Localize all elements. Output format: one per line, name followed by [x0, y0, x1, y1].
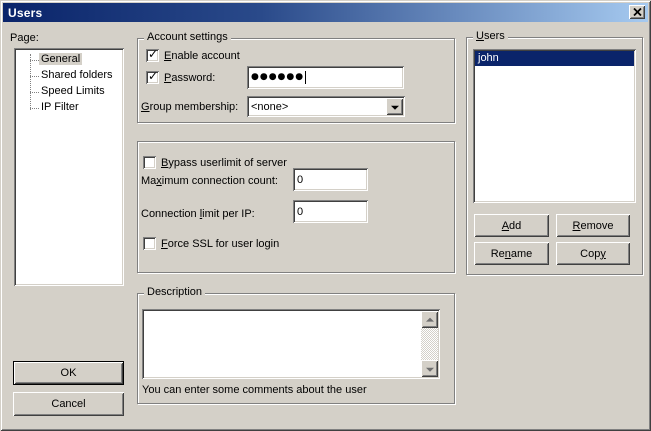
page-listbox[interactable]: General Shared folders Speed Limits IP F…	[14, 48, 124, 286]
description-hint: You can enter some comments about the us…	[142, 384, 367, 397]
arrow-down-icon	[426, 367, 434, 371]
description-textarea[interactable]	[142, 309, 440, 379]
force-ssl-label[interactable]: Force SSL for user login	[161, 238, 279, 251]
titlebar[interactable]: Users	[3, 3, 648, 22]
remove-button[interactable]: Remove	[556, 214, 630, 237]
password-input[interactable]: ●●●●●●	[247, 66, 404, 89]
max-connection-count-value: 0	[297, 174, 303, 186]
max-connection-count-input[interactable]: 0	[293, 168, 368, 191]
users-dialog: Users Page: General Shared folders Speed…	[0, 0, 651, 431]
password-masked-value: ●●●●●●	[251, 71, 304, 84]
copy-button[interactable]: Copy	[556, 242, 630, 265]
tree-item-speed-limits[interactable]: Speed Limits	[16, 84, 122, 100]
text-caret	[305, 71, 306, 84]
page-tree: General Shared folders Speed Limits IP F…	[16, 50, 122, 284]
arrow-up-icon	[426, 317, 434, 321]
chevron-down-icon	[391, 105, 399, 109]
page-label: Page:	[10, 32, 39, 45]
tree-item-ip-filter[interactable]: IP Filter	[16, 100, 122, 116]
password-checkbox[interactable]	[146, 71, 159, 84]
rename-button[interactable]: Rename	[474, 242, 549, 265]
description-scrollbar[interactable]	[421, 311, 438, 377]
max-connection-count-label: Maximum connection count:	[141, 175, 278, 188]
group-membership-label: Group membership:	[141, 101, 238, 114]
cancel-button[interactable]: Cancel	[13, 392, 124, 416]
add-button[interactable]: Add	[474, 214, 549, 237]
scroll-up-button[interactable]	[421, 311, 438, 328]
user-name: john	[478, 52, 499, 64]
bypass-userlimit-checkbox[interactable]	[143, 156, 156, 169]
account-settings-title: Account settings	[144, 31, 231, 44]
window-title: Users	[8, 6, 42, 20]
tree-item-general[interactable]: General	[16, 52, 122, 68]
enable-account-label[interactable]: Enable account	[164, 50, 240, 63]
close-icon	[633, 8, 642, 16]
tree-item-shared-folders[interactable]: Shared folders	[16, 68, 122, 84]
scroll-down-button[interactable]	[421, 360, 438, 377]
description-title: Description	[144, 286, 205, 299]
group-membership-value: <none>	[251, 101, 288, 113]
user-list-item[interactable]: john	[475, 51, 634, 66]
close-button[interactable]	[629, 5, 645, 19]
users-group-title: Users	[473, 30, 508, 43]
ok-button[interactable]: OK	[13, 361, 124, 385]
enable-account-checkbox[interactable]	[146, 49, 159, 62]
password-label[interactable]: Password:	[164, 72, 215, 85]
bypass-userlimit-label[interactable]: Bypass userlimit of server	[161, 157, 287, 170]
connection-limit-per-ip-label: Connection limit per IP:	[141, 208, 255, 221]
group-membership-dropdown-button[interactable]	[386, 98, 403, 115]
users-listbox[interactable]: john	[473, 49, 636, 203]
group-membership-select[interactable]: <none>	[247, 96, 405, 117]
users-list: john	[475, 51, 634, 201]
connection-limit-per-ip-input[interactable]: 0	[293, 200, 368, 223]
connection-limit-per-ip-value: 0	[297, 206, 303, 218]
force-ssl-checkbox[interactable]	[143, 237, 156, 250]
